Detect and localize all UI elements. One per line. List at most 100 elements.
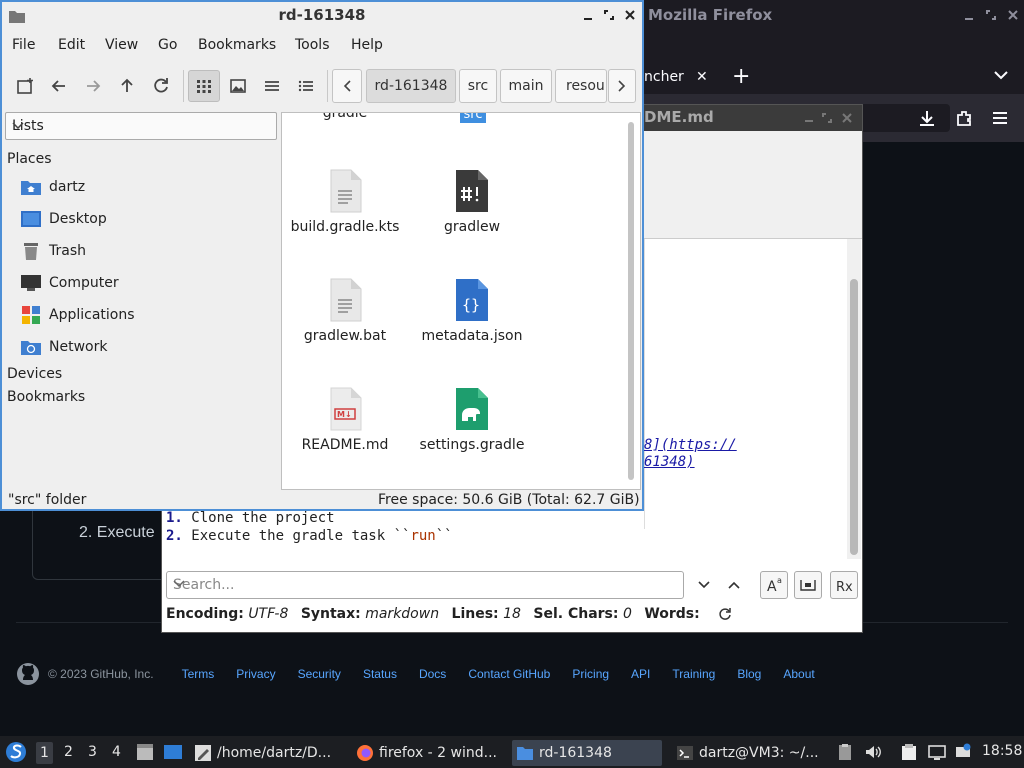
up-arrow-icon[interactable] [111, 70, 143, 102]
footer-link-training[interactable]: Training [672, 667, 715, 681]
sidebar-mode-select[interactable]: Lists [5, 112, 277, 140]
tab-close-icon[interactable]: ✕ [696, 69, 708, 85]
menu-icon[interactable] [991, 109, 1009, 127]
section-devices[interactable]: Devices [7, 366, 62, 382]
show-desktop-icon[interactable] [163, 742, 183, 762]
footer-link-docs[interactable]: Docs [419, 667, 446, 681]
search-input[interactable]: Search... [166, 571, 684, 599]
workspace-1[interactable]: 1 [36, 742, 53, 764]
file-view-scrollbar[interactable] [626, 118, 636, 484]
breadcrumb-item[interactable]: src [459, 69, 497, 103]
section-bookmarks[interactable]: Bookmarks [7, 389, 85, 405]
file-item[interactable]: gradlew.bat [285, 278, 405, 344]
thumbnail-view-icon[interactable] [222, 70, 254, 102]
scrollbar-thumb[interactable] [850, 279, 858, 555]
footer-link-security[interactable]: Security [298, 667, 341, 681]
breadcrumb-scroll-left[interactable] [332, 69, 362, 103]
forward-arrow-icon[interactable] [77, 70, 109, 102]
list-tabs-icon[interactable] [994, 70, 1008, 80]
breadcrumb-item[interactable]: resou [555, 69, 607, 103]
sidebar-item-desktop[interactable]: Desktop [20, 207, 107, 231]
refresh-icon[interactable] [718, 607, 732, 621]
close-icon[interactable] [624, 9, 636, 21]
footer-link-status[interactable]: Status [363, 667, 397, 681]
chevron-down-icon[interactable] [12, 122, 270, 130]
task-firefox[interactable]: firefox - 2 wind... [356, 740, 502, 766]
find-next-icon[interactable] [690, 571, 718, 599]
file-item-src[interactable]: src [460, 113, 486, 123]
display-icon[interactable] [928, 743, 946, 761]
editor-scrollbar[interactable] [847, 239, 861, 559]
sidebar-item-computer[interactable]: Computer [20, 271, 119, 295]
sidebar-item-applications[interactable]: Applications [20, 303, 135, 327]
maximize-icon[interactable] [984, 8, 998, 22]
extensions-icon[interactable] [955, 109, 973, 127]
syntax-value[interactable]: markdown [365, 606, 439, 622]
close-icon[interactable] [842, 113, 852, 123]
network-status-icon[interactable] [954, 743, 972, 761]
new-tab-icon[interactable] [9, 70, 41, 102]
file-item[interactable]: build.gradle.kts [285, 169, 405, 235]
footer-link-about[interactable]: About [783, 667, 814, 681]
match-case-icon[interactable]: Aa [760, 571, 788, 599]
menu-go[interactable]: Go [158, 37, 177, 53]
footer-link-privacy[interactable]: Privacy [236, 667, 275, 681]
detailed-list-view-icon[interactable] [290, 70, 322, 102]
start-menu-icon[interactable] [5, 741, 27, 763]
encoding-value[interactable]: UTF-8 [248, 606, 288, 622]
maximize-icon[interactable] [822, 113, 832, 123]
file-manager-launcher-icon[interactable] [135, 742, 155, 762]
file-item-gradle[interactable]: gradle [285, 113, 405, 121]
menu-bookmarks[interactable]: Bookmarks [198, 37, 276, 53]
sidebar-item-trash[interactable]: Trash [20, 239, 86, 263]
workspace-4[interactable]: 4 [112, 744, 121, 760]
minimize-icon[interactable] [804, 113, 814, 123]
github-logo-icon[interactable] [16, 662, 40, 686]
downloads-icon[interactable] [918, 109, 936, 127]
maximize-icon[interactable] [603, 9, 615, 21]
menu-help[interactable]: Help [351, 37, 383, 53]
menu-tools[interactable]: Tools [295, 37, 330, 53]
volume-icon[interactable] [864, 743, 882, 761]
file-item[interactable]: M↓ README.md [285, 387, 405, 453]
footer-link-terms[interactable]: Terms [182, 667, 215, 681]
close-icon[interactable] [1006, 8, 1020, 22]
menu-edit[interactable]: Edit [58, 37, 85, 53]
scrollbar-thumb[interactable] [628, 122, 634, 480]
breadcrumb-item[interactable]: main [500, 69, 552, 103]
breadcrumb-item[interactable]: rd-161348 [366, 69, 456, 103]
task-file-manager[interactable]: rd-161348 [512, 740, 662, 766]
workspace-3[interactable]: 3 [88, 744, 97, 760]
footer-link-api[interactable]: API [631, 667, 650, 681]
minimize-icon[interactable] [962, 8, 976, 22]
minimize-icon[interactable] [582, 9, 594, 21]
sidebar-item-network[interactable]: Network [20, 335, 107, 359]
new-tab-button[interactable]: + [732, 64, 750, 89]
icon-view-icon[interactable] [188, 70, 220, 102]
notes-icon[interactable] [900, 743, 918, 761]
editor-text-area[interactable] [644, 239, 842, 529]
whole-word-icon[interactable] [794, 571, 822, 599]
footer-link-pricing[interactable]: Pricing [572, 667, 609, 681]
sidebar-item-dartz[interactable]: dartz [20, 175, 85, 199]
breadcrumb-scroll-right[interactable] [608, 69, 636, 103]
footer-link-blog[interactable]: Blog [737, 667, 761, 681]
task-text-editor[interactable]: /home/dartz/D... [194, 740, 340, 766]
compact-view-icon[interactable] [256, 70, 288, 102]
menu-file[interactable]: File [12, 37, 35, 53]
regex-icon[interactable]: Rx [830, 571, 858, 599]
file-item[interactable]: gradlew [412, 169, 532, 235]
workspace-2[interactable]: 2 [64, 744, 73, 760]
clock[interactable]: 18:58 [982, 743, 1022, 759]
clipboard-icon[interactable] [836, 743, 854, 761]
footer-link-contact[interactable]: Contact GitHub [468, 667, 550, 681]
file-view[interactable]: gradle src build.gradle.kts gradlew grad… [281, 112, 641, 490]
file-item[interactable]: {} metadata.json [412, 278, 532, 344]
section-places[interactable]: Places [7, 151, 52, 167]
url-bar[interactable] [860, 104, 950, 132]
find-previous-icon[interactable] [720, 571, 748, 599]
task-terminal[interactable]: dartz@VM3: ~/... [676, 740, 822, 766]
file-item[interactable]: settings.gradle [412, 387, 532, 453]
menu-view[interactable]: View [105, 37, 138, 53]
chevron-down-icon[interactable] [173, 580, 677, 588]
